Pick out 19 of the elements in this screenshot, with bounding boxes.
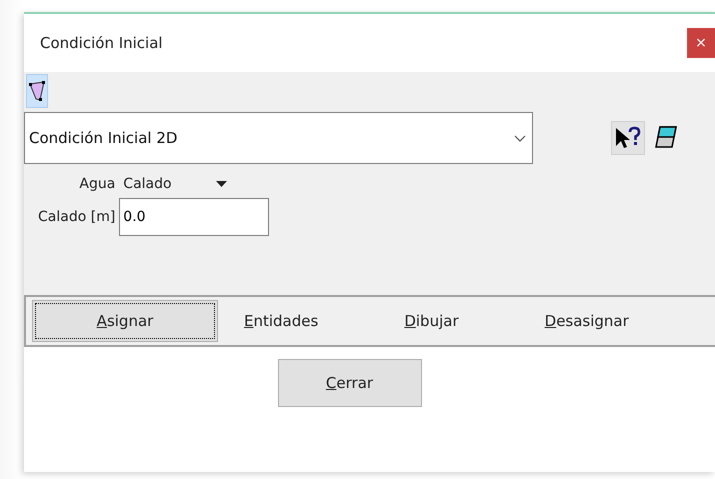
close-dialog-button[interactable]: Cerrar bbox=[278, 359, 422, 407]
depth-label: Calado [m] bbox=[38, 209, 116, 225]
help-button[interactable] bbox=[611, 121, 645, 155]
chevron-down-icon bbox=[514, 134, 526, 142]
dropdown-arrow-icon bbox=[216, 181, 227, 187]
polygon-icon bbox=[28, 80, 46, 102]
polygon-tool-button[interactable] bbox=[26, 74, 48, 108]
close-button[interactable]: × bbox=[687, 28, 715, 58]
eraser-icon bbox=[654, 125, 678, 151]
depth-input-field[interactable]: 0.0 bbox=[119, 198, 270, 236]
condition-dropdown[interactable]: Condición Inicial 2D bbox=[24, 112, 533, 164]
water-dropdown[interactable]: Calado bbox=[119, 176, 270, 192]
help-pointer-icon bbox=[614, 126, 642, 150]
water-label: Agua bbox=[79, 176, 116, 192]
action-button[interactable]: Desasignar bbox=[524, 300, 649, 342]
action-button[interactable]: Asignar bbox=[32, 300, 218, 342]
window-title: Condición Inicial bbox=[40, 34, 163, 52]
action-button[interactable]: Dibujar bbox=[384, 300, 479, 342]
action-button[interactable]: Entidades bbox=[224, 300, 338, 342]
